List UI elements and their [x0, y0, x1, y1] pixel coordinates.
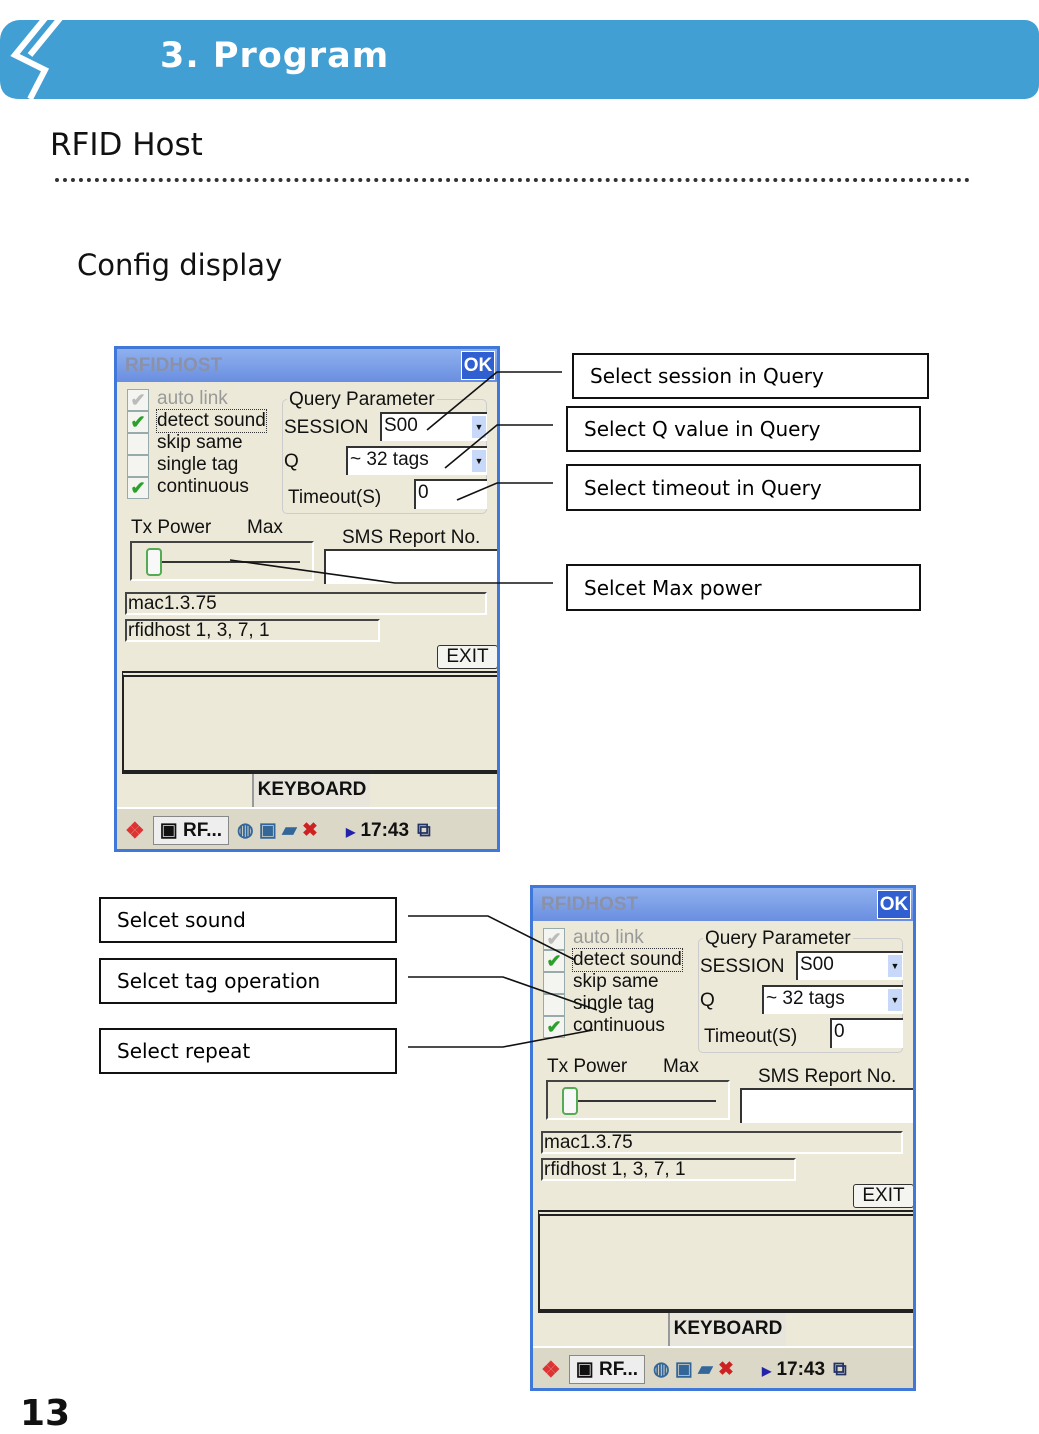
callout-q: Select Q value in Query [566, 406, 921, 452]
checkbox-label: single tag [573, 993, 655, 1014]
checkbox-auto-link[interactable]: ✔ [543, 928, 565, 950]
log-area [538, 1210, 913, 1311]
logo-icon [0, 0, 95, 100]
checkbox-label: single tag [157, 454, 239, 475]
window-title: RFIDHOST [125, 355, 223, 376]
windows-icon[interactable]: ⧉ [417, 820, 431, 842]
tx-power-value: Max [247, 517, 283, 538]
log-area [122, 671, 497, 772]
taskbar: ❖ ▣ RF... ◍ ▣ ▰ ✖ ▶ 17:43 ⧉ [533, 1346, 913, 1388]
tray-icons: ◍ ▣ ▰ ✖ [653, 1359, 734, 1380]
timeout-input[interactable]: 0 [414, 479, 487, 509]
exit-button[interactable]: EXIT [437, 645, 497, 669]
checkbox-single-tag[interactable] [543, 994, 565, 1016]
clock: ▶ 17:43 [761, 1358, 826, 1380]
taskbar-app-button[interactable]: ▣ RF... [152, 816, 230, 845]
callout-sound: Selcet sound [99, 897, 397, 943]
checkbox-label: skip same [573, 971, 659, 992]
mac-field: mac1.3.75 [125, 592, 487, 615]
chapter-title: 3. Program [160, 36, 390, 76]
checkbox-label: detect sound [572, 948, 683, 972]
keyboard-button[interactable]: KEYBOARD [668, 1313, 786, 1346]
timeout-input[interactable]: 0 [830, 1018, 903, 1048]
callout-power: Selcet Max power [566, 564, 921, 611]
section-title: RFID Host [50, 127, 203, 163]
sms-label: SMS Report No. [342, 527, 481, 548]
page-number: 13 [20, 1393, 71, 1434]
device-screenshot-bottom: RFIDHOST OK Query Parameter SESSION S00 ▼… [530, 885, 916, 1391]
callout-timeout: Select timeout in Query [566, 464, 921, 511]
version-field: rfidhost 1, 3, 7, 1 [125, 619, 380, 642]
checkbox-label: skip same [157, 432, 243, 453]
slider-thumb[interactable] [146, 548, 162, 576]
checkbox-continuous[interactable]: ✔ [543, 1016, 565, 1038]
checkbox-single-tag[interactable] [127, 455, 149, 477]
checkbox-label: continuous [573, 1015, 665, 1036]
tray-icons: ◍ ▣ ▰ ✖ [237, 820, 318, 841]
tx-power-label: Tx Power [131, 517, 212, 538]
checkbox-skip-same[interactable] [543, 972, 565, 994]
checkbox-label: continuous [157, 476, 249, 497]
callout-tag-operation: Selcet tag operation [99, 958, 397, 1004]
session-dropdown[interactable]: S00 ▼ [380, 412, 487, 441]
checkbox-label: detect sound [156, 409, 267, 433]
chevron-down-icon: ▼ [472, 450, 486, 472]
sms-input[interactable] [324, 549, 497, 584]
checkbox-detect-sound[interactable]: ✔ [127, 411, 149, 433]
device-screenshot-top: RFIDHOST OK Query Parameter SESSION S00 ▼… [114, 346, 500, 852]
tx-power-slider[interactable] [546, 1080, 730, 1120]
callout-session: Select session in Query [572, 353, 929, 399]
sms-input[interactable] [740, 1088, 913, 1123]
version-field: rfidhost 1, 3, 7, 1 [541, 1158, 796, 1181]
query-group-label: Query Parameter [703, 928, 853, 950]
windows-icon[interactable]: ⧉ [833, 1359, 847, 1381]
q-dropdown[interactable]: ~ 32 tags ▼ [762, 985, 903, 1014]
dotted-divider [55, 178, 970, 182]
timeout-label: Timeout(S) [288, 487, 382, 508]
start-icon[interactable]: ❖ [541, 1357, 561, 1383]
session-label: SESSION [284, 417, 369, 438]
clock: ▶ 17:43 [345, 819, 410, 841]
session-dropdown[interactable]: S00 ▼ [796, 951, 903, 980]
title-bar: RFIDHOST [533, 888, 913, 921]
taskbar: ❖ ▣ RF... ◍ ▣ ▰ ✖ ▶ 17:43 ⧉ [117, 807, 497, 849]
tx-power-value: Max [663, 1056, 699, 1077]
q-dropdown[interactable]: ~ 32 tags ▼ [346, 446, 487, 475]
ok-button[interactable]: OK [877, 890, 911, 919]
tx-power-label: Tx Power [547, 1056, 628, 1077]
chevron-down-icon: ▼ [888, 989, 902, 1011]
chevron-down-icon: ▼ [888, 955, 902, 977]
timeout-label: Timeout(S) [704, 1026, 798, 1047]
ok-button[interactable]: OK [461, 351, 495, 380]
chevron-down-icon: ▼ [472, 416, 486, 438]
callout-repeat: Select repeat [99, 1028, 397, 1074]
q-label: Q [700, 990, 715, 1011]
checkbox-auto-link[interactable]: ✔ [127, 389, 149, 411]
subsection-title: Config display [77, 248, 283, 282]
checkbox-label: auto link [573, 927, 644, 948]
window-title: RFIDHOST [541, 894, 639, 915]
checkbox-detect-sound[interactable]: ✔ [543, 950, 565, 972]
slider-thumb[interactable] [562, 1087, 578, 1115]
title-bar: RFIDHOST [117, 349, 497, 382]
checkbox-continuous[interactable]: ✔ [127, 477, 149, 499]
checkbox-label: auto link [157, 388, 228, 409]
q-label: Q [284, 451, 299, 472]
start-icon[interactable]: ❖ [125, 818, 145, 844]
mac-field: mac1.3.75 [541, 1131, 903, 1154]
query-group-label: Query Parameter [287, 389, 437, 411]
sms-label: SMS Report No. [758, 1066, 897, 1087]
chapter-banner [0, 20, 1039, 99]
session-label: SESSION [700, 956, 785, 977]
exit-button[interactable]: EXIT [853, 1184, 913, 1208]
keyboard-button[interactable]: KEYBOARD [252, 774, 370, 807]
checkbox-skip-same[interactable] [127, 433, 149, 455]
tx-power-slider[interactable] [130, 541, 314, 581]
taskbar-app-button[interactable]: ▣ RF... [568, 1355, 646, 1384]
